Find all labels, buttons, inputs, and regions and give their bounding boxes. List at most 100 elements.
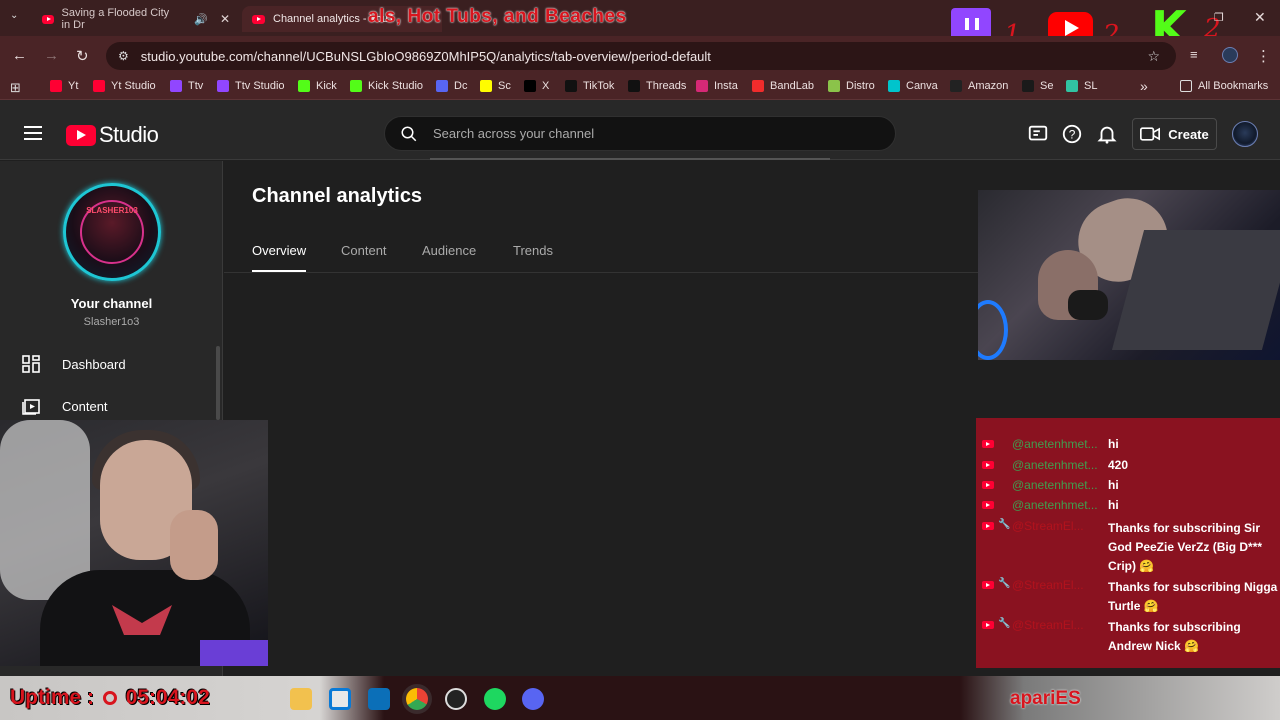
amazon-icon — [950, 80, 962, 92]
folder-icon — [1180, 80, 1192, 92]
dashboard-icon — [22, 355, 40, 373]
youtube-favicon-icon — [252, 14, 265, 24]
playlist-icon[interactable]: ≡ — [1190, 47, 1198, 62]
file-explorer-icon[interactable] — [290, 688, 312, 710]
bookmark-star-icon[interactable]: ☆ — [1147, 48, 1160, 65]
chat-text: Thanks for subscribing Nigga Turtle 🤗 — [1108, 580, 1278, 613]
uptime-label: Uptime : — [10, 686, 94, 709]
profile-icon[interactable] — [1222, 47, 1238, 63]
bookmark-insta[interactable]: Insta — [696, 80, 738, 92]
tab-trends[interactable]: Trends — [513, 243, 553, 258]
x-icon — [524, 80, 536, 92]
site-info-icon[interactable]: ⚙ — [118, 49, 129, 63]
page-title: Channel analytics — [252, 185, 423, 207]
browser-tab-video[interactable]: Saving a Flooded City in Dr 🔊 ✕ — [32, 6, 240, 32]
bookmark-label: Insta — [714, 80, 738, 92]
chat-username: @StreamEl... — [1012, 519, 1084, 533]
chat-message: 🔧 @StreamEl... Thanks for subscribing Andr… — [982, 618, 1280, 656]
youtube-play-icon — [66, 124, 96, 146]
sidebar-item-label: Dashboard — [62, 356, 126, 372]
content-icon — [22, 399, 40, 415]
bookmark-sc[interactable]: Sc — [480, 80, 511, 92]
hamburger-menu-icon[interactable] — [24, 126, 42, 140]
clock-icon — [102, 691, 117, 705]
channel-search-bar[interactable] — [384, 116, 896, 151]
instagram-icon — [696, 80, 708, 92]
help-icon[interactable]: ? — [1061, 123, 1083, 145]
youtube-studio-logo[interactable]: Studio — [66, 122, 159, 148]
bookmark-amazon[interactable]: Amazon — [950, 80, 1008, 92]
sidebar-scrollbar[interactable] — [216, 346, 220, 420]
uptime-value: 05:04:02 — [125, 686, 210, 709]
video-camera-plus-icon — [1140, 127, 1161, 141]
tab-content[interactable]: Content — [341, 243, 387, 258]
chat-text: Thanks for subscribing Andrew Nick 🤗 — [1108, 620, 1241, 653]
bookmark-kick[interactable]: Kick — [298, 80, 337, 92]
bookmark-label: Ttv — [188, 80, 204, 92]
discord-icon[interactable] — [522, 688, 544, 710]
youtube-badge-icon — [982, 461, 994, 469]
bookmark-ttv-studio[interactable]: Ttv Studio — [217, 80, 285, 92]
chat-message: 🔧 @StreamEl... Thanks for subscribing Nigg… — [982, 578, 1280, 616]
reload-icon[interactable]: ↻ — [76, 47, 89, 65]
bookmark-bandlab[interactable]: BandLab — [752, 80, 814, 92]
close-window-icon[interactable]: ✕ — [1254, 9, 1266, 26]
bookmark-tiktok[interactable]: TikTok — [565, 80, 614, 92]
bookmark-dc[interactable]: Dc — [436, 80, 467, 92]
chat-text: Thanks for subscribing Sir God PeeZie Ve… — [1108, 521, 1263, 573]
messages-icon[interactable] — [1027, 123, 1049, 145]
app-m-icon[interactable] — [368, 688, 390, 710]
address-bar[interactable]: ⚙ studio.youtube.com/channel/UCBuNSLGbIo… — [106, 42, 1176, 70]
youtube-badge-icon — [982, 481, 994, 489]
chrome-icon[interactable] — [406, 688, 428, 710]
bookmark-x[interactable]: X — [524, 80, 549, 92]
search-input[interactable] — [433, 126, 853, 141]
youtube-badge-icon — [982, 440, 994, 448]
svg-text:?: ? — [1069, 128, 1076, 142]
distrokid-icon — [828, 80, 840, 92]
apps-grid-icon[interactable]: ⊞ — [10, 80, 21, 96]
sidebar-item-content[interactable]: Content — [22, 395, 108, 417]
notifications-bell-icon[interactable] — [1096, 123, 1118, 145]
bookmark-yt[interactable]: Yt — [50, 80, 78, 92]
channel-avatar[interactable]: SLASHER103 — [63, 183, 161, 281]
all-bookmarks-label: All Bookmarks — [1198, 80, 1269, 92]
tab-close-icon[interactable]: ✕ — [220, 12, 230, 26]
obs-icon[interactable] — [445, 688, 467, 710]
spotify-icon[interactable] — [484, 688, 506, 710]
speaker-icon[interactable]: 🔊 — [194, 13, 208, 26]
bookmark-label: Kick Studio — [368, 80, 424, 92]
wrench-icon: 🔧 — [998, 618, 1011, 629]
bookmark-canva[interactable]: Canva — [888, 80, 938, 92]
back-arrow-icon[interactable]: ← — [12, 47, 27, 64]
tab-audience[interactable]: Audience — [422, 243, 476, 258]
wrench-icon: 🔧 — [998, 578, 1011, 589]
bookmarks-overflow-icon[interactable]: » — [1140, 78, 1148, 94]
bookmark-yt-studio[interactable]: Yt Studio — [93, 80, 156, 92]
bookmark-threads[interactable]: Threads — [628, 80, 686, 92]
chat-username: @anetenhmet... — [1012, 478, 1098, 492]
bookmark-se[interactable]: Se — [1022, 80, 1053, 92]
chat-message: @anetenhmet... hi — [982, 437, 1280, 451]
restore-window-icon[interactable]: ❐ — [1214, 11, 1224, 24]
bookmark-ttv[interactable]: Ttv — [170, 80, 203, 92]
kebab-menu-icon[interactable]: ⋮ — [1256, 47, 1271, 65]
bookmark-kick-studio[interactable]: Kick Studio — [350, 80, 423, 92]
account-avatar[interactable] — [1232, 121, 1258, 147]
bookmark-distro[interactable]: Distro — [828, 80, 875, 92]
bookmark-sl[interactable]: SL — [1066, 80, 1097, 92]
microsoft-store-icon[interactable] — [329, 688, 351, 710]
chat-username: @anetenhmet... — [1012, 498, 1098, 512]
tab-overview[interactable]: Overview — [252, 243, 306, 258]
youtube-icon — [93, 80, 105, 92]
tab-search-button[interactable]: ⌄ — [10, 10, 26, 26]
all-bookmarks-folder[interactable]: All Bookmarks — [1180, 80, 1268, 92]
sidebar-item-dashboard[interactable]: Dashboard — [22, 353, 126, 375]
create-button[interactable]: Create — [1132, 118, 1217, 150]
chat-text: 420 — [1108, 458, 1129, 472]
forward-arrow-icon[interactable]: → — [44, 47, 59, 64]
bookmark-label: Sc — [498, 80, 511, 92]
